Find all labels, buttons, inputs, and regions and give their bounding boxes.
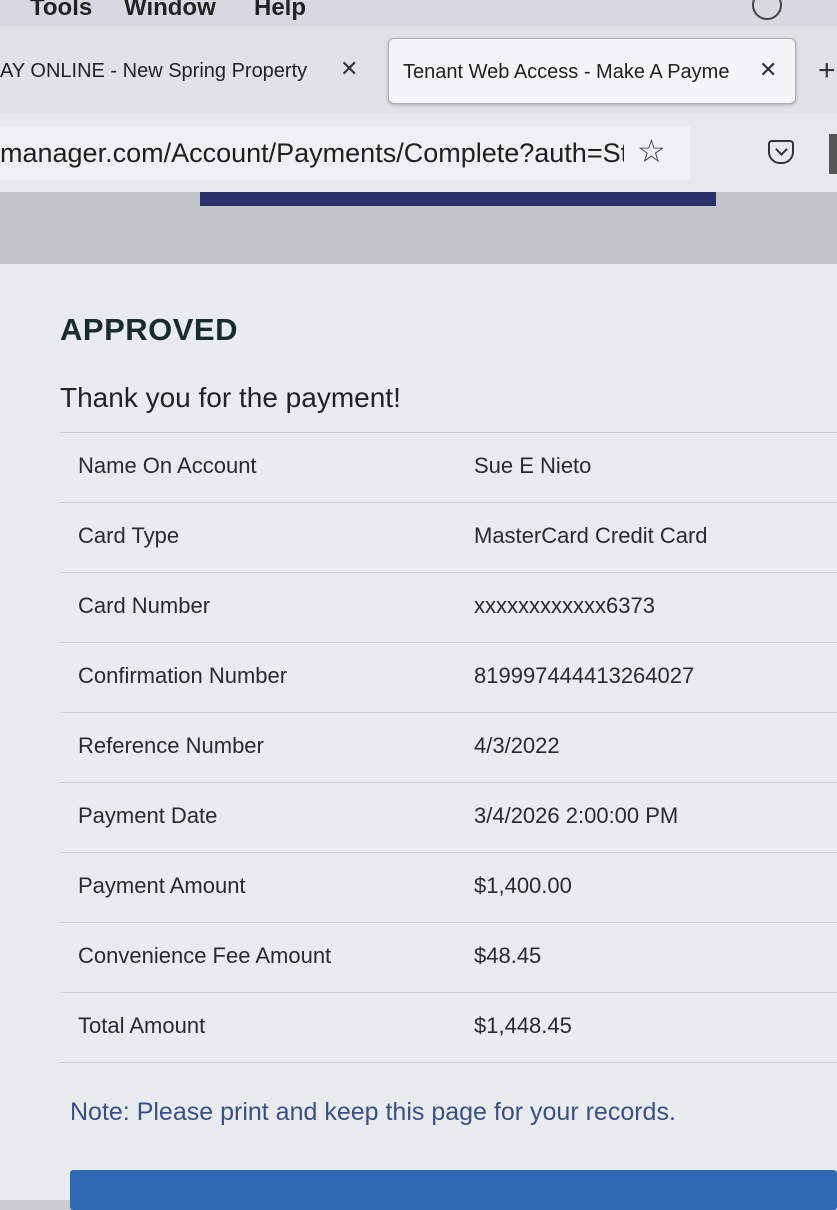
menu-bar: Tools Window Help [0,0,837,27]
detail-label: Reference Number [78,733,264,758]
tab-title: Tenant Web Access - Make A Payme [403,61,730,83]
menu-tools[interactable]: Tools [30,0,92,22]
star-icon[interactable]: ☆ [637,132,666,170]
tab-strip: AY ONLINE - New Spring Property ✕ Tenant… [0,26,837,114]
detail-label: Payment Date [78,803,218,828]
page-header-area [0,192,837,264]
detail-value: $1,400.00 [474,873,572,898]
detail-row-total: Total Amount $1,448.45 [60,993,837,1063]
detail-row-convenience-fee: Convenience Fee Amount $48.45 [60,923,837,993]
pocket-icon[interactable] [768,140,794,164]
history-icon[interactable] [752,0,782,20]
tab-title: AY ONLINE - New Spring Property [0,60,308,82]
detail-label: Payment Amount [78,873,246,898]
detail-value: Sue E Nieto [474,453,592,478]
close-icon[interactable]: ✕ [340,56,358,82]
menu-window[interactable]: Window [124,0,216,22]
detail-value: MasterCard Credit Card [474,523,708,548]
detail-row-payment-date: Payment Date 3/4/2026 2:00:00 PM [60,783,837,853]
new-tab-icon[interactable]: + [818,54,836,88]
detail-row-card-number: Card Number xxxxxxxxxxxx6373 [60,573,837,643]
detail-label: Name On Account [78,453,257,478]
detail-row-name: Name On Account Sue E Nieto [60,433,837,503]
records-note: Note: Please print and keep this page fo… [70,1098,676,1126]
tab-pay-online[interactable]: AY ONLINE - New Spring Property ✕ [0,38,372,104]
status-heading: APPROVED [60,312,238,347]
payment-receipt: APPROVED Thank you for the payment! Name… [0,264,837,1210]
detail-row-confirmation: Confirmation Number 819997444413264027 [60,643,837,713]
payment-details-table: Name On Account Sue E Nieto Card Type Ma… [60,432,837,1063]
url-field[interactable]: manager.com/Account/Payments/Complete?au… [0,126,690,180]
detail-value: 819997444413264027 [474,663,695,688]
detail-label: Convenience Fee Amount [78,943,332,968]
progress-bar [200,192,716,206]
url-text: manager.com/Account/Payments/Complete?au… [0,138,624,168]
tab-make-payment[interactable]: Tenant Web Access - Make A Payme ✕ [388,38,796,104]
detail-row-reference: Reference Number 4/3/2022 [60,713,837,783]
detail-value: xxxxxxxxxxxx6373 [474,593,655,618]
toolbar-edge-icon [829,134,837,174]
detail-value: $48.45 [474,943,542,968]
detail-value: 4/3/2022 [474,733,560,758]
detail-label: Total Amount [78,1013,206,1038]
thank-you-message: Thank you for the payment! [60,382,401,413]
detail-label: Card Number [78,593,211,618]
detail-value: $1,448.45 [474,1013,572,1038]
detail-row-card-type: Card Type MasterCard Credit Card [60,503,837,573]
detail-row-payment-amount: Payment Amount $1,400.00 [60,853,837,923]
menu-help[interactable]: Help [254,0,306,22]
detail-value: 3/4/2026 2:00:00 PM [474,803,679,828]
close-icon[interactable]: ✕ [759,57,777,83]
address-bar: manager.com/Account/Payments/Complete?au… [0,114,837,193]
print-button[interactable] [70,1170,837,1210]
detail-label: Confirmation Number [78,663,288,688]
detail-label: Card Type [78,523,180,548]
